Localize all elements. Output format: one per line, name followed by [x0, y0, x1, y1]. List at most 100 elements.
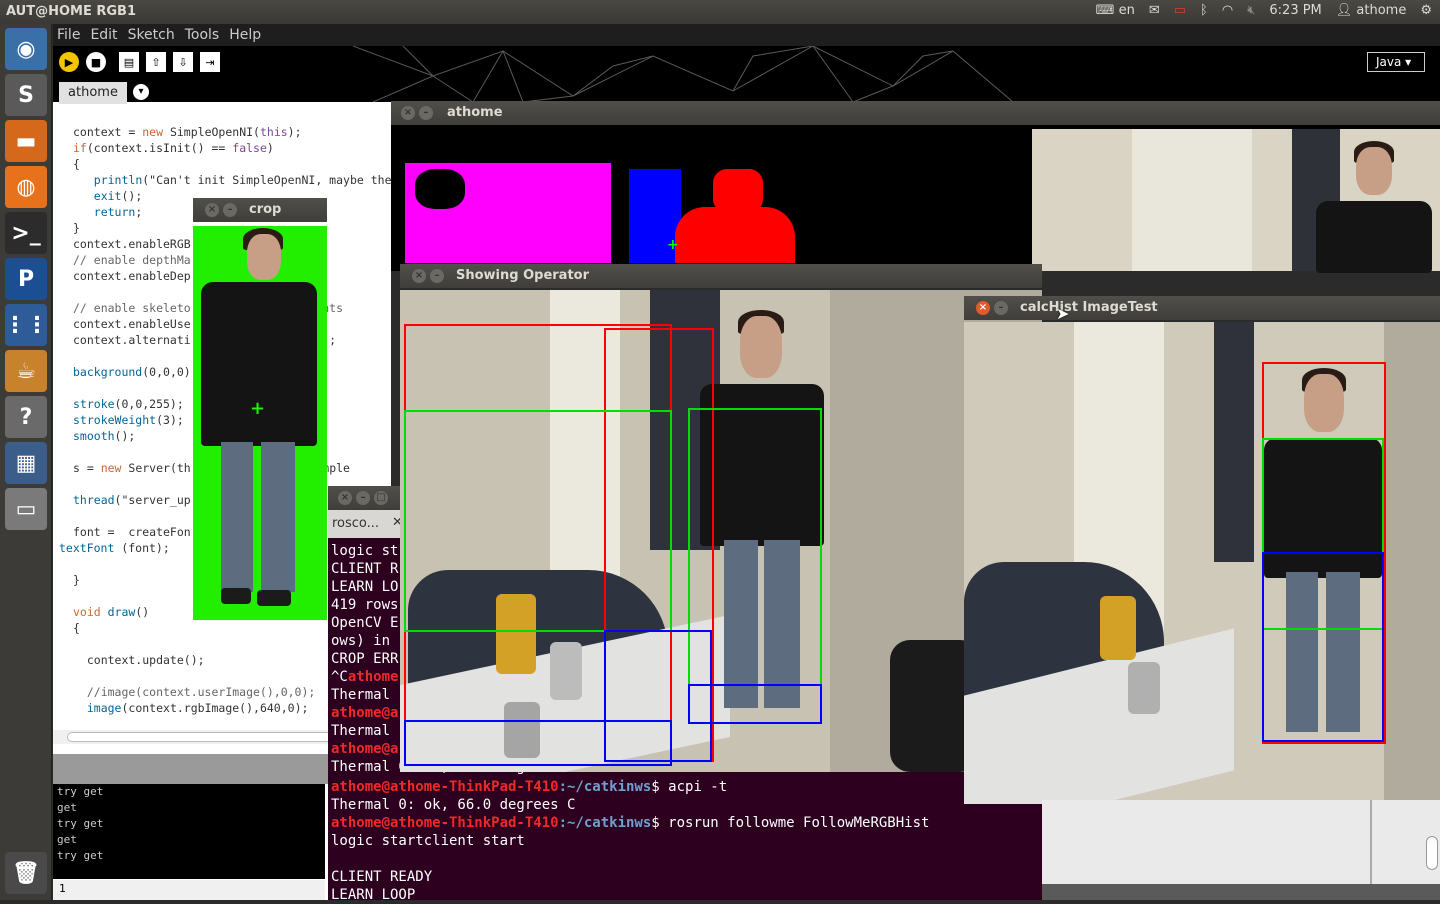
- detection-box: [404, 410, 672, 632]
- pringles-can: [1100, 596, 1136, 660]
- detection-box: [1262, 552, 1384, 742]
- console-output: try get get try get get try get: [53, 784, 325, 879]
- keyboard-icon[interactable]: ⌨ en: [1096, 3, 1135, 18]
- terminal-line: logic startclient start: [331, 833, 525, 849]
- keyboard-layout: en: [1118, 3, 1135, 18]
- wifi-icon[interactable]: ◠: [1222, 3, 1233, 18]
- menu-bar: File Edit Sketch Tools Help: [53, 24, 1440, 46]
- terminal-line: athome@athome-ThinkPad-T410:~/catkinws$ …: [331, 815, 930, 831]
- menu-sketch[interactable]: Sketch: [128, 27, 175, 43]
- launcher-java-icon[interactable]: ☕: [5, 350, 47, 392]
- calchist-window: × – calcHist ImageTest: [964, 296, 1440, 804]
- crop-titlebar[interactable]: × – crop: [193, 198, 327, 222]
- mouse-cursor: ➤: [1056, 304, 1070, 323]
- launcher-drive-icon[interactable]: ▭: [5, 488, 47, 530]
- maximize-button[interactable]: □: [374, 491, 388, 505]
- person-head: [740, 316, 782, 378]
- launcher-processing-icon[interactable]: P: [5, 258, 47, 300]
- mode-label: Java: [1376, 55, 1402, 69]
- close-button[interactable]: ×: [401, 106, 415, 120]
- code-line: println("Can't init SimpleOpenNI, maybe …: [93, 173, 391, 187]
- launcher-apps-icon[interactable]: ⋮⋮: [4, 304, 48, 346]
- crop-window: × – crop +: [193, 198, 327, 620]
- scrollbar[interactable]: [1426, 836, 1438, 870]
- code-line: exit();: [93, 189, 143, 203]
- person-left-leg: [221, 442, 253, 592]
- tab-athome[interactable]: athome: [59, 82, 127, 104]
- background-window: [1042, 800, 1440, 900]
- code-line: {: [73, 157, 80, 171]
- clock[interactable]: 6:23 PM: [1269, 3, 1321, 18]
- terminal-output: athome@athome-ThinkPad-T410:~/catkinws$ …: [331, 778, 929, 904]
- save-button[interactable]: ⇩: [173, 52, 193, 72]
- run-button[interactable]: ▶: [59, 52, 79, 72]
- code-line: //image(context.userImage(),0,0);: [73, 685, 316, 699]
- launcher-help-icon[interactable]: ?: [5, 396, 47, 438]
- close-button[interactable]: ×: [205, 203, 219, 217]
- minimize-button[interactable]: –: [430, 269, 444, 283]
- code-line: return;: [93, 205, 143, 219]
- detection-box: [404, 720, 672, 766]
- menu-edit[interactable]: Edit: [90, 27, 117, 43]
- console-line: try get: [57, 849, 104, 862]
- close-button[interactable]: ×: [976, 301, 990, 315]
- left-shoe: [221, 588, 251, 604]
- bluetooth-icon[interactable]: ᛒ: [1200, 3, 1208, 18]
- battery-icon[interactable]: ▭: [1174, 3, 1186, 18]
- launcher-dash-icon[interactable]: ◉: [5, 28, 47, 70]
- launcher-terminal-icon[interactable]: >_: [5, 212, 47, 254]
- code-line: font = createFon: [73, 525, 191, 539]
- active-window-title: AUT@HOME RGB1: [6, 4, 136, 19]
- menu-tools[interactable]: Tools: [185, 27, 220, 43]
- showing-operator-window: × – Showing Operator: [400, 264, 1042, 772]
- minimize-button[interactable]: –: [356, 491, 370, 505]
- mode-selector[interactable]: Java ▾: [1367, 52, 1425, 72]
- detection-box: [688, 684, 822, 724]
- right-shoe: [257, 590, 291, 606]
- person-right-leg: [261, 442, 295, 592]
- tab-rosco[interactable]: rosco...: [332, 516, 379, 531]
- calchist-titlebar[interactable]: × – calcHist ImageTest: [964, 296, 1440, 320]
- rgb-camera-view: [1032, 129, 1440, 273]
- hanging-jacket: [1214, 322, 1254, 562]
- open-button[interactable]: ⇧: [146, 52, 166, 72]
- menu-help[interactable]: Help: [229, 27, 261, 43]
- volume-icon[interactable]: 🔇︎: [1247, 3, 1255, 18]
- launcher-trash-icon[interactable]: 🗑: [5, 852, 47, 894]
- tab-menu-button[interactable]: ▾: [133, 84, 149, 100]
- code-line: smooth();: [73, 429, 136, 443]
- code-line: void draw(): [73, 605, 150, 619]
- gear-icon[interactable]: ⚙: [1420, 3, 1432, 18]
- launcher-files-icon[interactable]: ▬: [5, 120, 47, 162]
- launcher-workspace-icon[interactable]: ▦: [5, 442, 47, 484]
- new-sketch-button[interactable]: ▤: [119, 52, 139, 72]
- code-line: }: [73, 221, 80, 235]
- minimize-button[interactable]: –: [994, 301, 1008, 315]
- close-button[interactable]: ×: [338, 491, 352, 505]
- person-shirt: [1316, 201, 1432, 273]
- minimize-button[interactable]: –: [223, 203, 237, 217]
- terminal-line: Thermal 0: ok, 66.0 degrees C: [331, 797, 576, 813]
- console-line: get: [57, 833, 77, 846]
- segment-hole: [415, 169, 465, 209]
- menu-file[interactable]: File: [57, 27, 80, 43]
- window-title: calcHist ImageTest: [1020, 300, 1158, 315]
- code-line: thread("server_up: [73, 493, 191, 507]
- mail-icon[interactable]: ✉: [1149, 3, 1160, 18]
- user-menu[interactable]: 👤︎ athome: [1336, 3, 1407, 18]
- code-line: context = new SimpleOpenNI(this);: [73, 125, 302, 139]
- showing-operator-titlebar[interactable]: × – Showing Operator: [400, 264, 1042, 288]
- code-line: {: [73, 621, 80, 635]
- close-button[interactable]: ×: [412, 269, 426, 283]
- poster: [1132, 129, 1252, 271]
- launcher-sublime-icon[interactable]: S: [5, 74, 47, 116]
- athome-titlebar[interactable]: × – athome: [391, 101, 1440, 125]
- code-line: context.enableRGB: [73, 237, 191, 251]
- user-segmentation-view: +: [405, 129, 1032, 263]
- minimize-button[interactable]: –: [419, 106, 433, 120]
- person-head: [1356, 147, 1392, 195]
- code-line: image(context.rgbImage(),640,0);: [86, 701, 309, 715]
- launcher-firefox-icon[interactable]: ◍: [5, 166, 47, 208]
- export-button[interactable]: ⇥: [200, 52, 220, 72]
- stop-button[interactable]: ■: [86, 52, 106, 72]
